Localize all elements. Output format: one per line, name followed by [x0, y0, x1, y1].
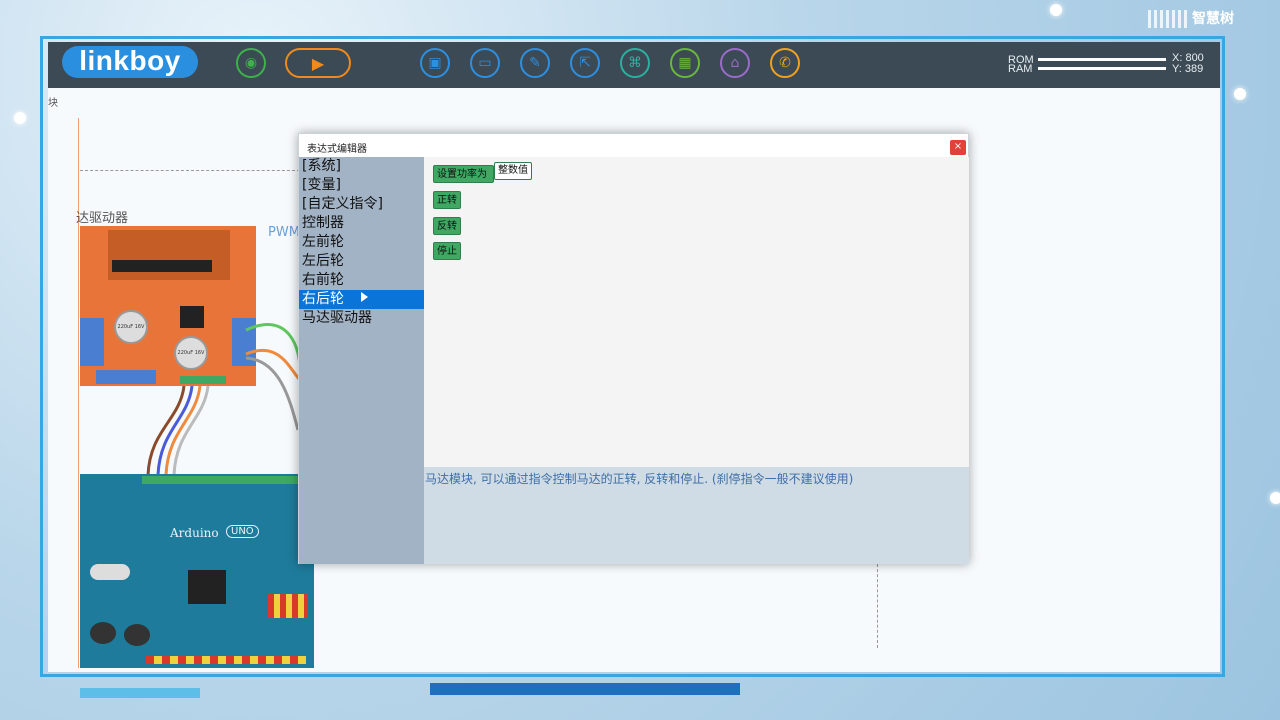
frame-node — [1050, 4, 1062, 16]
microcontroller-chip — [188, 570, 226, 604]
terminal-left-1 — [80, 318, 104, 342]
watermark-bars-icon — [1148, 10, 1188, 28]
category-right-front-wheel[interactable]: 右前轮 — [299, 271, 424, 290]
category-motor-driver[interactable]: 马达驱动器 — [299, 309, 424, 328]
description-panel: 马达模块, 可以通过指令控制马达的正转, 反转和停止. (刹停指令一般不建议使用… — [424, 467, 969, 564]
play-icon: ▶ — [311, 53, 325, 73]
close-button[interactable]: × — [950, 140, 966, 155]
power-value-slot[interactable]: 整数值 — [494, 162, 532, 180]
pwm-label: PWM — [268, 225, 300, 240]
save-button[interactable]: ▣ — [420, 48, 450, 78]
phone-icon: ✆ — [779, 55, 791, 71]
frame-right — [1222, 36, 1225, 676]
contact-button[interactable]: ✆ — [770, 48, 800, 78]
watermark-logo: 智慧树 — [1192, 11, 1234, 27]
rom-usage-bar — [1038, 58, 1166, 61]
eye-icon: ◉ — [244, 55, 258, 71]
ram-usage-bar — [1038, 67, 1166, 70]
capacitor — [90, 622, 116, 644]
terminal-left-2 — [80, 342, 104, 366]
app-logo: linkboy — [62, 46, 198, 78]
category-left-rear-wheel[interactable]: 左后轮 — [299, 252, 424, 271]
dialog-title: 表达式编辑器 — [307, 144, 367, 155]
heatsink — [108, 230, 230, 280]
home-icon: ⌂ — [730, 55, 740, 71]
command-palette: 设置功率为 整数值 正转 反转 停止 — [424, 157, 969, 467]
set-power-command[interactable]: 设置功率为 — [433, 165, 494, 183]
icsp-header — [268, 594, 308, 618]
arduino-label: Arduino — [170, 526, 219, 540]
uno-label: UNO — [226, 525, 259, 538]
arduino-board[interactable]: Arduino UNO — [80, 474, 314, 668]
driver-title-label: 达驱动器 — [76, 211, 129, 226]
description-text: 马达模块, 可以通过指令控制马达的正转, 反转和停止. (刹停指令一般不建议使用… — [425, 472, 854, 486]
category-custom-commands[interactable]: [自定义指令] — [299, 195, 424, 214]
panel-divider — [78, 118, 79, 668]
digital-pin-header[interactable] — [142, 476, 312, 484]
python-button[interactable]: ⌘ — [620, 48, 650, 78]
python-icon: ⌘ — [628, 55, 642, 71]
frame-bottom-stripes — [80, 688, 200, 698]
export-button[interactable]: ⇱ — [570, 48, 600, 78]
driver-chip — [112, 260, 212, 272]
home-button[interactable]: ⌂ — [720, 48, 750, 78]
frame-bottom-bar — [430, 683, 740, 695]
category-variables[interactable]: [变量] — [299, 176, 424, 195]
crystal — [90, 564, 130, 580]
modules-button[interactable]: ▦ — [670, 48, 700, 78]
frame-left — [40, 36, 43, 676]
view-eye-button[interactable]: ◉ — [236, 48, 266, 78]
frame-node — [1270, 492, 1280, 504]
category-controller[interactable]: 控制器 — [299, 214, 424, 233]
wires — [146, 323, 302, 476]
mouse-cursor-icon — [361, 292, 368, 302]
frame-node — [14, 112, 26, 124]
folder-icon: ▭ — [478, 55, 492, 71]
export-icon: ⇱ — [579, 55, 591, 71]
ram-label: RAM — [1008, 63, 1033, 75]
frame-top — [40, 36, 1225, 39]
frame-bottom — [40, 674, 1225, 677]
category-system[interactable]: [系统] — [299, 157, 424, 176]
run-button[interactable]: ▶ — [285, 48, 351, 78]
expression-editor-dialog: 表达式编辑器 × [系统] [变量] [自定义指令] 控制器 左前轮 左后轮 右… — [298, 133, 969, 564]
save-icon: ▣ — [428, 55, 442, 71]
dashed-guide — [80, 170, 300, 171]
stop-command[interactable]: 停止 — [433, 242, 461, 260]
capacitor — [124, 624, 150, 646]
y-coordinate-readout: Y: 389 — [1172, 63, 1204, 75]
edit-icon: ✎ — [529, 55, 541, 71]
power-analog-header[interactable] — [146, 656, 306, 664]
module-label-partial: 块 — [48, 98, 58, 109]
frame-node — [1234, 88, 1246, 100]
category-left-front-wheel[interactable]: 左前轮 — [299, 233, 424, 252]
category-list: [系统] [变量] [自定义指令] 控制器 左前轮 左后轮 右前轮 右后轮 马达… — [299, 157, 424, 564]
open-folder-button[interactable]: ▭ — [470, 48, 500, 78]
dashed-guide — [877, 564, 878, 648]
reverse-command[interactable]: 反转 — [433, 217, 461, 235]
grid-icon: ▦ — [678, 55, 692, 71]
edit-button[interactable]: ✎ — [520, 48, 550, 78]
forward-command[interactable]: 正转 — [433, 191, 461, 209]
